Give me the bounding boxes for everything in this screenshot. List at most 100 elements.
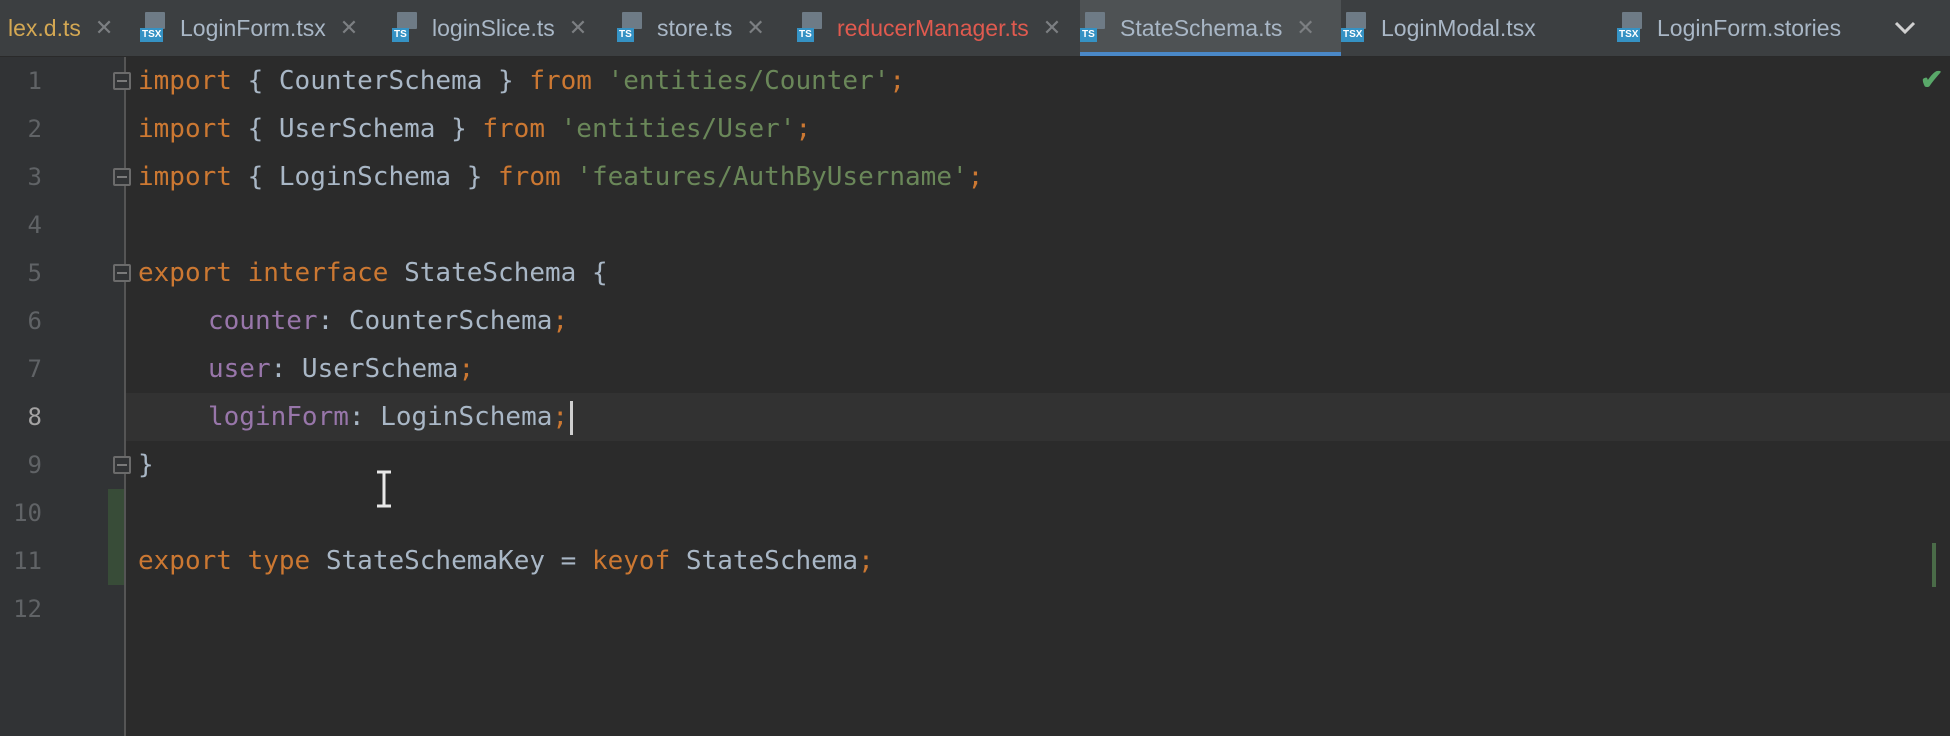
code-token: 'entities/Counter' xyxy=(607,66,890,96)
code-token: 'features/AuthByUsername' xyxy=(576,162,968,192)
editor-tab-bar: lex.d.ts ✕ TSX LoginForm.tsx ✕ TS loginSlice.t… xyxy=(0,0,1950,57)
tab-loginform-stories[interactable]: TSX LoginForm.stories xyxy=(1617,0,1877,56)
line-number: 10 xyxy=(13,499,42,527)
code-text: import { CounterSchema } from 'entities/… xyxy=(138,57,905,105)
tab-loginmodal-tsx[interactable]: TSX LoginModal.tsx xyxy=(1341,0,1617,56)
close-tab-icon[interactable]: ✕ xyxy=(340,15,358,41)
close-tab-icon[interactable]: ✕ xyxy=(746,15,764,41)
code-token: } xyxy=(138,450,154,480)
code-token: : UserSchema xyxy=(270,354,459,384)
code-token: 'entities/User' xyxy=(560,114,796,144)
code-token: ; xyxy=(458,354,475,384)
code-line[interactable]: 3 import { LoginSchema } from 'features/A… xyxy=(0,153,1950,201)
tab-stateschema-ts[interactable]: TS StateSchema.ts ✕ xyxy=(1080,0,1341,56)
code-token: import xyxy=(138,66,232,96)
code-token: interface xyxy=(247,258,389,288)
code-token: user xyxy=(208,354,271,384)
code-token: export xyxy=(138,258,232,288)
tab-label: LoginForm.stories xyxy=(1657,14,1842,41)
line-number: 3 xyxy=(27,163,42,191)
code-text: user: UserSchema; xyxy=(208,345,474,393)
code-line[interactable]: 12 xyxy=(0,585,1950,633)
code-token: : LoginSchema xyxy=(348,402,553,432)
code-token: export xyxy=(138,546,232,576)
code-token: { CounterSchema } xyxy=(231,66,530,96)
close-tab-icon[interactable]: ✕ xyxy=(1043,15,1061,41)
close-tab-icon[interactable]: ✕ xyxy=(569,15,587,41)
close-tab-icon[interactable]: ✕ xyxy=(95,15,113,41)
code-text: import { UserSchema } from 'entities/Use… xyxy=(138,105,811,153)
tsx-file-icon: TSX xyxy=(140,12,172,44)
tsx-file-icon: TSX xyxy=(1617,12,1649,44)
tab-store-ts[interactable]: TS store.ts ✕ xyxy=(617,0,797,56)
code-text: export interface StateSchema { xyxy=(138,249,608,297)
active-tab-underline xyxy=(1080,52,1341,56)
code-line[interactable]: 11 export type StateSchemaKey = keyof Sta… xyxy=(0,537,1950,585)
code-token: StateSchema { xyxy=(388,258,608,288)
code-token: : CounterSchema xyxy=(317,306,553,336)
line-number: 4 xyxy=(27,211,42,239)
tab-label: reducerManager.ts xyxy=(837,14,1029,41)
close-tab-icon[interactable]: ✕ xyxy=(1296,15,1314,41)
tab-label: loginSlice.ts xyxy=(432,14,555,41)
line-number: 11 xyxy=(13,547,42,575)
code-line[interactable]: 10 xyxy=(0,489,1950,537)
code-token: from xyxy=(482,114,545,144)
code-line[interactable]: 1 import { CounterSchema } from 'entities… xyxy=(0,57,1950,105)
code-token: ; xyxy=(858,546,874,576)
tab-reducermanager-ts[interactable]: TS reducerManager.ts ✕ xyxy=(797,0,1080,56)
code-token: loginForm xyxy=(208,402,349,432)
code-line[interactable]: 8 loginForm: LoginSchema; xyxy=(0,393,1950,441)
fold-marker-icon[interactable] xyxy=(113,168,131,186)
code-token: counter xyxy=(208,306,318,336)
line-number: 2 xyxy=(27,115,42,143)
fold-marker-icon[interactable] xyxy=(113,72,131,90)
ts-file-icon: TS xyxy=(617,12,649,44)
code-line[interactable]: 2 import { UserSchema } from 'entities/Us… xyxy=(0,105,1950,153)
code-token: import xyxy=(138,162,232,192)
tab-loginform-tsx[interactable]: TSX LoginForm.tsx ✕ xyxy=(140,0,392,56)
code-line[interactable]: 7 user: UserSchema; xyxy=(0,345,1950,393)
tab-label: StateSchema.ts xyxy=(1120,14,1283,41)
tab-label: lex.d.ts xyxy=(8,14,81,41)
code-text: export type StateSchemaKey = keyof State… xyxy=(138,537,874,585)
code-token: ; xyxy=(967,162,984,192)
text-caret xyxy=(570,400,574,435)
tsx-file-icon: TSX xyxy=(1341,12,1373,44)
code-token: keyof xyxy=(591,546,671,576)
ts-file-icon: TS xyxy=(392,12,424,44)
code-line[interactable]: 9} xyxy=(0,441,1950,489)
code-text: import { LoginSchema } from 'features/Au… xyxy=(138,153,983,201)
code-line[interactable]: 5 export interface StateSchema { xyxy=(0,249,1950,297)
tab-label: LoginModal.tsx xyxy=(1381,14,1536,41)
code-text: } xyxy=(138,441,154,489)
fold-marker-icon[interactable] xyxy=(113,264,131,282)
tab-label: LoginForm.tsx xyxy=(180,14,326,41)
line-number: 5 xyxy=(27,259,42,287)
line-number: 7 xyxy=(27,355,42,383)
code-token: ; xyxy=(552,306,569,336)
line-number: 12 xyxy=(13,595,42,623)
code-token: ; xyxy=(795,114,812,144)
code-token: ; xyxy=(552,402,569,432)
code-line[interactable]: 4 xyxy=(0,201,1950,249)
tab-loginslice-ts[interactable]: TS loginSlice.ts ✕ xyxy=(392,0,617,56)
code-token: { LoginSchema } xyxy=(231,162,499,192)
code-text: loginForm: LoginSchema; xyxy=(208,393,574,441)
code-token: from xyxy=(529,66,592,96)
line-number: 1 xyxy=(27,67,42,95)
code-token: import xyxy=(138,114,232,144)
tab-lex-d-ts[interactable]: lex.d.ts ✕ xyxy=(0,0,140,56)
chevron-down-icon[interactable] xyxy=(1860,0,1950,56)
code-token: ; xyxy=(889,66,906,96)
code-line[interactable]: 6 counter: CounterSchema; xyxy=(0,297,1950,345)
code-editor[interactable]: ✔ 1 import { CounterSchema } from 'entiti… xyxy=(0,57,1950,736)
ts-file-icon: TS xyxy=(797,12,829,44)
fold-marker-icon[interactable] xyxy=(113,456,131,474)
tab-label: store.ts xyxy=(657,14,733,41)
